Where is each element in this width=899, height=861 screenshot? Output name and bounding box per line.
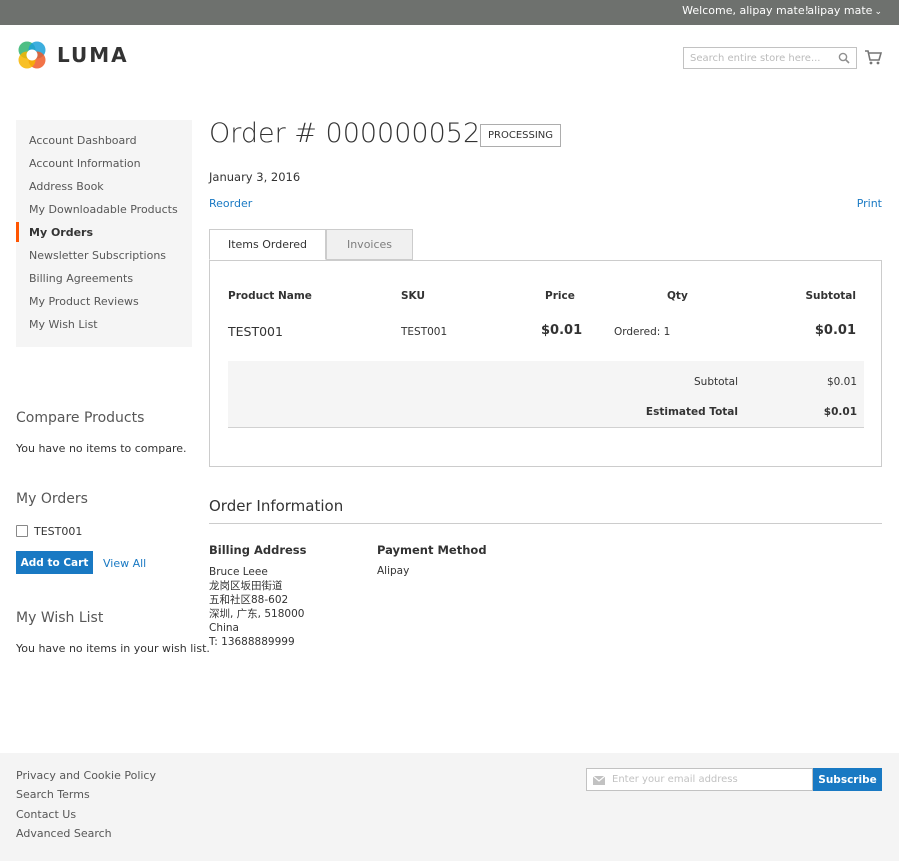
column-header-sku: SKU xyxy=(401,290,426,302)
footer-link-advanced-search[interactable]: Advanced Search xyxy=(16,827,112,840)
reorder-link[interactable]: Reorder xyxy=(209,197,252,210)
estimated-total-value: $0.01 xyxy=(823,406,857,418)
luma-logo-icon[interactable] xyxy=(16,39,48,71)
page-title: Order # 000000052 xyxy=(209,118,481,149)
compare-empty-message: You have no items to compare. xyxy=(16,442,187,455)
footer-link-contact-us[interactable]: Contact Us xyxy=(16,808,76,821)
nav-product-reviews[interactable]: My Product Reviews xyxy=(16,290,192,313)
top-panel: Welcome, alipay mate! alipay mate ⌄ xyxy=(0,0,899,25)
compare-products-title: Compare Products xyxy=(16,410,145,426)
address-name: Bruce Leee xyxy=(209,566,268,578)
nav-account-dashboard[interactable]: Account Dashboard xyxy=(16,129,192,152)
item-sku: TEST001 xyxy=(401,326,448,338)
subtotal-label: Subtotal xyxy=(694,376,738,388)
address-street-2: 五和社区88-602 xyxy=(209,594,289,606)
address-city-region-zip: 深圳, 广东, 518000 xyxy=(209,608,305,620)
print-link[interactable]: Print xyxy=(857,197,882,210)
search-icon[interactable] xyxy=(838,52,850,64)
search-box xyxy=(683,47,857,69)
order-totals: Subtotal $0.01 Estimated Total $0.01 xyxy=(228,361,864,428)
order-date: January 3, 2016 xyxy=(209,170,301,184)
account-navigation: Account Dashboard Account Information Ad… xyxy=(16,120,192,347)
order-status-badge: PROCESSING xyxy=(480,124,562,147)
nav-newsletter-subscriptions[interactable]: Newsletter Subscriptions xyxy=(16,244,192,267)
estimated-total-label: Estimated Total xyxy=(645,406,738,418)
divider xyxy=(209,523,882,524)
my-orders-title: My Orders xyxy=(16,491,88,507)
item-price: $0.01 xyxy=(541,323,583,338)
wish-list-empty-message: You have no items in your wish list. xyxy=(16,642,210,655)
newsletter-email-input[interactable] xyxy=(612,769,810,790)
newsletter-field xyxy=(586,768,813,791)
item-subtotal: $0.01 xyxy=(814,323,856,338)
payment-method-title: Payment Method xyxy=(377,543,487,557)
column-header-product-name: Product Name xyxy=(228,290,312,302)
wish-list-title: My Wish List xyxy=(16,610,104,626)
billing-address-title: Billing Address xyxy=(209,543,307,557)
view-all-orders-link[interactable]: View All xyxy=(103,557,146,570)
welcome-message: Welcome, alipay mate! xyxy=(682,4,809,17)
subscribe-button[interactable]: Subscribe xyxy=(813,768,882,791)
phone-prefix: T: xyxy=(209,636,222,648)
reorder-item-name: TEST001 xyxy=(34,524,83,538)
item-product-name: TEST001 xyxy=(228,324,283,339)
tab-invoices[interactable]: Invoices xyxy=(326,229,413,260)
add-to-cart-button[interactable]: Add to Cart xyxy=(16,551,93,574)
page-footer: Privacy and Cookie Policy Search Terms C… xyxy=(0,753,899,861)
cart-icon[interactable] xyxy=(864,49,883,65)
items-ordered-table: Product Name SKU Price Qty Subtotal TEST… xyxy=(209,260,882,467)
nav-address-book[interactable]: Address Book xyxy=(16,175,192,198)
column-header-qty: Qty xyxy=(667,290,688,302)
envelope-icon xyxy=(592,775,606,785)
address-phone[interactable]: 13688889999 xyxy=(221,636,295,648)
footer-link-privacy[interactable]: Privacy and Cookie Policy xyxy=(16,769,156,782)
nav-billing-agreements[interactable]: Billing Agreements xyxy=(16,267,192,290)
search-input[interactable] xyxy=(684,48,829,68)
nav-my-orders: My Orders xyxy=(16,221,192,244)
item-qty: Ordered: 1 xyxy=(614,326,671,338)
reorder-item: TEST001 xyxy=(16,524,82,538)
column-header-price: Price xyxy=(545,290,575,302)
address-phone-line: T: 13688889999 xyxy=(209,635,304,649)
nav-downloadable-products[interactable]: My Downloadable Products xyxy=(16,198,192,221)
nav-account-information[interactable]: Account Information xyxy=(16,152,192,175)
order-information-title: Order Information xyxy=(209,497,344,515)
tab-items-ordered[interactable]: Items Ordered xyxy=(209,229,326,260)
address-country: China xyxy=(209,622,239,634)
nav-wish-list[interactable]: My Wish List xyxy=(16,313,192,336)
payment-method-value: Alipay xyxy=(377,565,410,577)
address-street-1: 龙岗区坂田街道 xyxy=(209,580,283,592)
column-header-subtotal: Subtotal xyxy=(805,290,857,302)
chevron-down-icon: ⌄ xyxy=(874,7,882,17)
logo-text[interactable]: LUMA xyxy=(57,43,129,67)
footer-link-search-terms[interactable]: Search Terms xyxy=(16,788,90,801)
customer-menu-toggle[interactable]: alipay mate ⌄ xyxy=(807,4,882,17)
billing-address: Bruce Leee 龙岗区坂田街道 五和社区88-602 深圳, 广东, 51… xyxy=(209,565,304,649)
subtotal-value: $0.01 xyxy=(826,376,857,388)
reorder-checkbox[interactable] xyxy=(16,525,28,537)
customer-name: alipay mate xyxy=(807,4,873,17)
